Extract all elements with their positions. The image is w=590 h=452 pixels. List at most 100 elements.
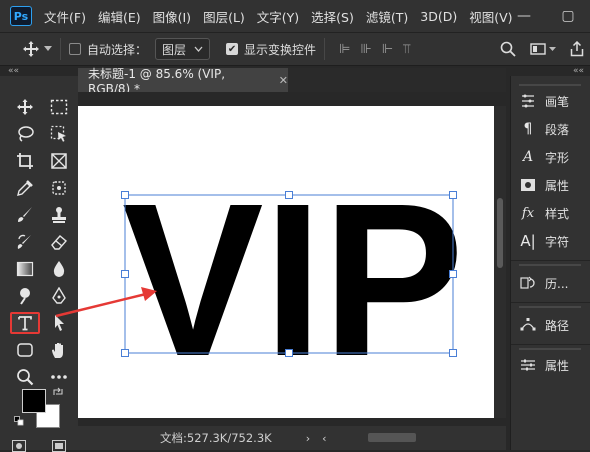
marquee-tool-icon[interactable] (44, 96, 74, 118)
tab-bar-empty (288, 68, 506, 92)
panel-character[interactable]: A 字形 (519, 148, 569, 166)
frame-tool-icon[interactable] (44, 150, 74, 172)
default-colors-icon[interactable] (14, 416, 24, 426)
zoom-tool-icon[interactable] (10, 366, 40, 388)
horizontal-scroll-thumb[interactable] (368, 433, 416, 442)
auto-select-label: 自动选择： (87, 42, 148, 57)
panel-paths-label: 路径 (545, 318, 570, 333)
minimize-button[interactable]: — (502, 0, 546, 32)
move-tool-icon[interactable] (22, 40, 52, 58)
chevron-left-icon[interactable]: ‹ (322, 432, 326, 445)
panel-paragraph-label: 段落 (545, 122, 570, 137)
auto-select-checkbox[interactable] (69, 43, 81, 55)
foreground-color-swatch[interactable] (22, 389, 46, 413)
collapse-toolbar-icon[interactable]: «« (8, 66, 19, 76)
vertical-scrollbar[interactable] (494, 106, 506, 418)
align-center-icon[interactable]: ⊪ (360, 42, 371, 57)
object-select-tool-icon[interactable] (44, 123, 74, 145)
brush-settings-icon (519, 92, 537, 110)
panel-group-handle[interactable] (519, 348, 581, 350)
menu-image[interactable]: 图像(I) (147, 7, 197, 26)
crop-tool-icon[interactable] (10, 150, 40, 172)
dodge-tool-icon[interactable] (10, 285, 40, 307)
document-size-info[interactable]: 文档:527.3K/752.3K (160, 430, 272, 446)
type-tool-icon[interactable] (10, 312, 40, 334)
panel-separator (511, 302, 590, 303)
tools-panel (0, 76, 78, 452)
transform-handle (121, 349, 129, 357)
menu-edit[interactable]: 编辑(E) (92, 7, 147, 26)
eyedropper-tool-icon[interactable] (10, 177, 40, 199)
panel-styles-label: 样式 (545, 206, 570, 221)
status-bar: 文档:527.3K/752.3K › ‹ (78, 426, 506, 450)
pen-tool-icon[interactable] (44, 285, 74, 307)
more-tools-icon[interactable] (44, 366, 74, 388)
spot-healing-tool-icon[interactable] (44, 177, 74, 199)
panel-adjust-properties[interactable]: 属性 (519, 356, 569, 374)
menu-select[interactable]: 选择(S) (305, 7, 360, 26)
menu-type[interactable]: 文字(Y) (251, 7, 305, 26)
align-left-icon[interactable]: ⊫ (339, 42, 350, 57)
brush-tool-icon[interactable] (10, 204, 40, 226)
document-canvas[interactable]: VIP (78, 106, 494, 418)
blur-tool-icon[interactable] (44, 258, 74, 280)
align-controls: ⊫ ⊪ ⊩ ⫪ (339, 42, 410, 57)
panel-character-label: 字形 (545, 150, 570, 165)
menu-layer[interactable]: 图层(L) (197, 7, 251, 26)
path-select-tool-icon[interactable] (44, 312, 74, 334)
chevron-right-icon[interactable]: › (306, 432, 310, 445)
lasso-tool-icon[interactable] (10, 123, 40, 145)
panel-glyphs-label: 字符 (545, 234, 570, 249)
panel-glyphs[interactable]: A| 字符 (519, 232, 569, 250)
document-tab-title: 未标题-1 @ 85.6% (VIP, RGB/8) * (88, 66, 226, 96)
panel-properties[interactable]: 属性 (519, 176, 569, 194)
workspace-icon[interactable] (530, 43, 556, 55)
panel-styles[interactable]: fx 样式 (519, 204, 569, 222)
quick-mask-icon[interactable] (12, 440, 26, 452)
panel-paragraph[interactable]: ¶ 段落 (519, 120, 569, 138)
align-top-icon[interactable]: ⫪ (403, 42, 410, 57)
panel-adjust-properties-label: 属性 (545, 358, 570, 373)
panel-history[interactable]: 历... (519, 274, 568, 292)
panel-brush[interactable]: 画笔 (519, 92, 569, 110)
search-icon[interactable] (500, 41, 516, 57)
menu-file[interactable]: 文件(F) (38, 7, 92, 26)
maximize-button[interactable]: ▢ (546, 0, 590, 32)
auto-select-target-dropdown[interactable]: 图层 (155, 38, 211, 60)
glyph-a-icon: A (522, 149, 534, 165)
panel-group-handle[interactable] (519, 84, 581, 86)
menu-3d[interactable]: 3D(D) (414, 9, 463, 24)
hand-tool-icon[interactable] (44, 339, 74, 361)
text-cursor-a-icon: A| (520, 232, 536, 250)
panel-group-handle[interactable] (519, 264, 581, 266)
window-controls: — ▢ (502, 0, 590, 32)
stamp-tool-icon[interactable] (44, 204, 74, 226)
eraser-tool-icon[interactable] (44, 231, 74, 253)
separator (324, 38, 326, 60)
history-brush-tool-icon[interactable] (10, 231, 40, 253)
toolbar-bottom (12, 440, 66, 452)
transform-handle (121, 191, 129, 199)
panel-separator (511, 344, 590, 345)
panel-group-handle[interactable] (519, 306, 581, 308)
panel-paths[interactable]: 路径 (519, 316, 569, 334)
photoshop-logo: Ps (10, 6, 32, 26)
panel-dock: 画笔 ¶ 段落 A 字形 属性 fx 样式 A| 字符 历... 路径 属性 (510, 76, 590, 450)
collapse-panels-icon[interactable]: «« (573, 66, 584, 76)
shape-tool-icon[interactable] (10, 339, 40, 361)
panel-properties-label: 属性 (545, 178, 570, 193)
gradient-tool-icon[interactable] (10, 258, 40, 280)
screen-mode-icon[interactable] (52, 440, 66, 452)
document-tab[interactable]: 未标题-1 @ 85.6% (VIP, RGB/8) * ✕ (78, 67, 288, 96)
transform-handle (449, 349, 457, 357)
show-transform-checkbox[interactable]: ✔ (226, 43, 239, 55)
paragraph-icon: ¶ (523, 121, 533, 137)
move-tool-icon[interactable] (10, 96, 40, 118)
swap-colors-icon[interactable] (52, 386, 64, 398)
close-icon[interactable]: ✕ (279, 74, 288, 87)
menu-filter[interactable]: 滤镜(T) (360, 7, 414, 26)
separator (60, 38, 61, 60)
transform-handle (449, 191, 457, 199)
align-right-icon[interactable]: ⊩ (382, 42, 393, 57)
share-icon[interactable] (570, 41, 584, 57)
